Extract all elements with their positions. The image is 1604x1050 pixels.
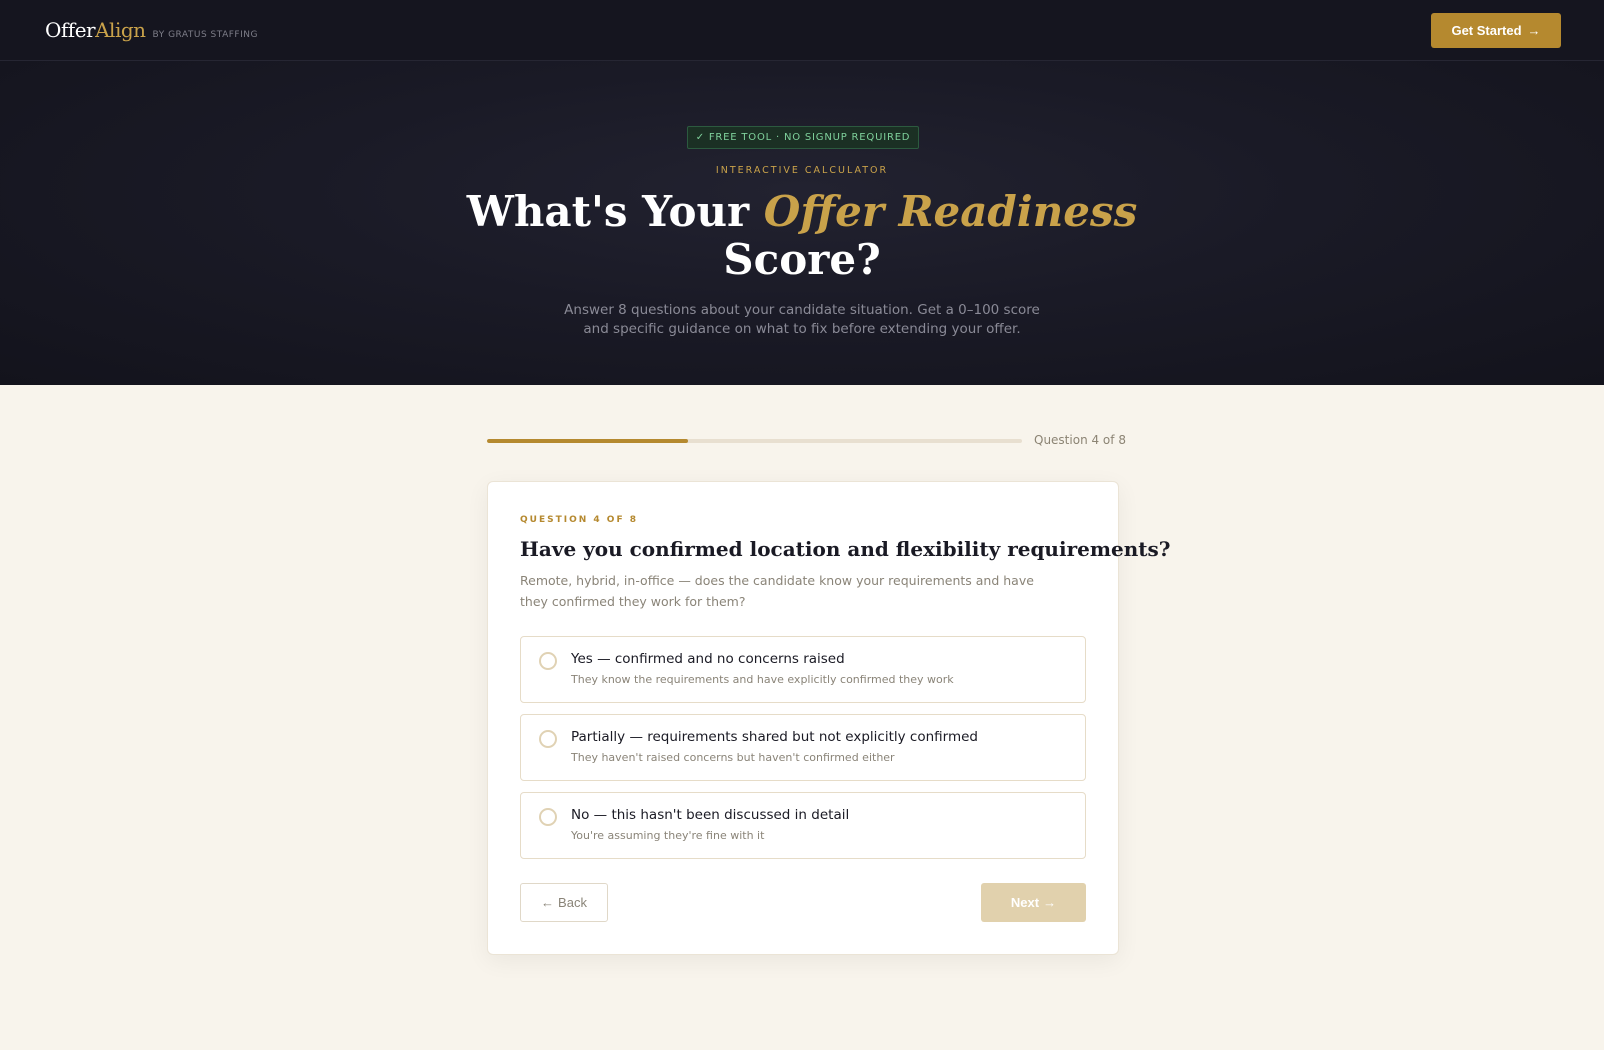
answer-option-partially[interactable]: Partially — requirements shared but not … [520, 714, 1086, 781]
hero-title-pre: What's Your [466, 187, 764, 236]
question-title: Have you confirmed location and flexibil… [520, 537, 1171, 561]
answer-option-no[interactable]: No — this hasn't been discussed in detai… [520, 792, 1086, 859]
logo-offer-text: Offer [45, 18, 96, 42]
logo-byline: BY GRATUS STAFFING [152, 30, 258, 40]
hero-section: ✓ FREE TOOL · NO SIGNUP REQUIRED INTERAC… [0, 61, 1604, 385]
hero-title: What's Your Offer Readiness Score? [0, 188, 1604, 284]
option-subtext: They haven't raised concerns but haven't… [571, 751, 895, 764]
arrow-right-icon: → [1527, 22, 1541, 38]
hero-subtitle: Answer 8 questions about your candidate … [564, 302, 1040, 337]
option-subtext: They know the requirements and have expl… [571, 673, 954, 686]
answer-option-yes[interactable]: Yes — confirmed and no concerns raised T… [520, 636, 1086, 703]
radio-button[interactable] [539, 652, 557, 670]
option-label: Partially — requirements shared but not … [571, 729, 978, 745]
progress-bar [487, 439, 1022, 443]
back-label: Back [558, 895, 587, 910]
radio-button[interactable] [539, 808, 557, 826]
radio-button[interactable] [539, 730, 557, 748]
get-started-label: Get Started [1451, 22, 1522, 38]
free-tool-badge: ✓ FREE TOOL · NO SIGNUP REQUIRED [687, 126, 919, 149]
next-button[interactable]: Next → [981, 883, 1086, 922]
option-label: Yes — confirmed and no concerns raised [571, 651, 845, 667]
question-eyebrow: QUESTION 4 OF 8 [520, 515, 638, 525]
get-started-button[interactable]: Get Started → [1431, 12, 1561, 48]
arrow-right-icon: → [1043, 895, 1057, 910]
logo[interactable]: Offer Align BY GRATUS STAFFING [45, 18, 258, 42]
progress-fill [487, 439, 688, 443]
arrow-left-icon: ← [541, 895, 555, 910]
hero-title-post: Score? [723, 235, 881, 284]
back-button[interactable]: ← Back [520, 883, 608, 922]
option-subtext: You're assuming they're fine with it [571, 829, 765, 842]
hero-eyebrow: INTERACTIVE CALCULATOR [715, 165, 889, 176]
progress-label: Question 4 of 8 [1034, 433, 1126, 447]
check-icon: ✓ [695, 132, 705, 143]
question-description: Remote, hybrid, in-office — does the can… [520, 573, 1034, 609]
next-label: Next [1010, 895, 1040, 910]
hero-title-accent: Offer Readiness [763, 187, 1138, 236]
option-label: No — this hasn't been discussed in detai… [571, 807, 850, 823]
logo-align-text: Align [95, 18, 146, 42]
badge-text: FREE TOOL · NO SIGNUP REQUIRED [708, 132, 911, 143]
top-nav: Offer Align BY GRATUS STAFFING Get Start… [0, 0, 1604, 61]
question-card: QUESTION 4 OF 8 Have you confirmed locat… [487, 481, 1170, 955]
